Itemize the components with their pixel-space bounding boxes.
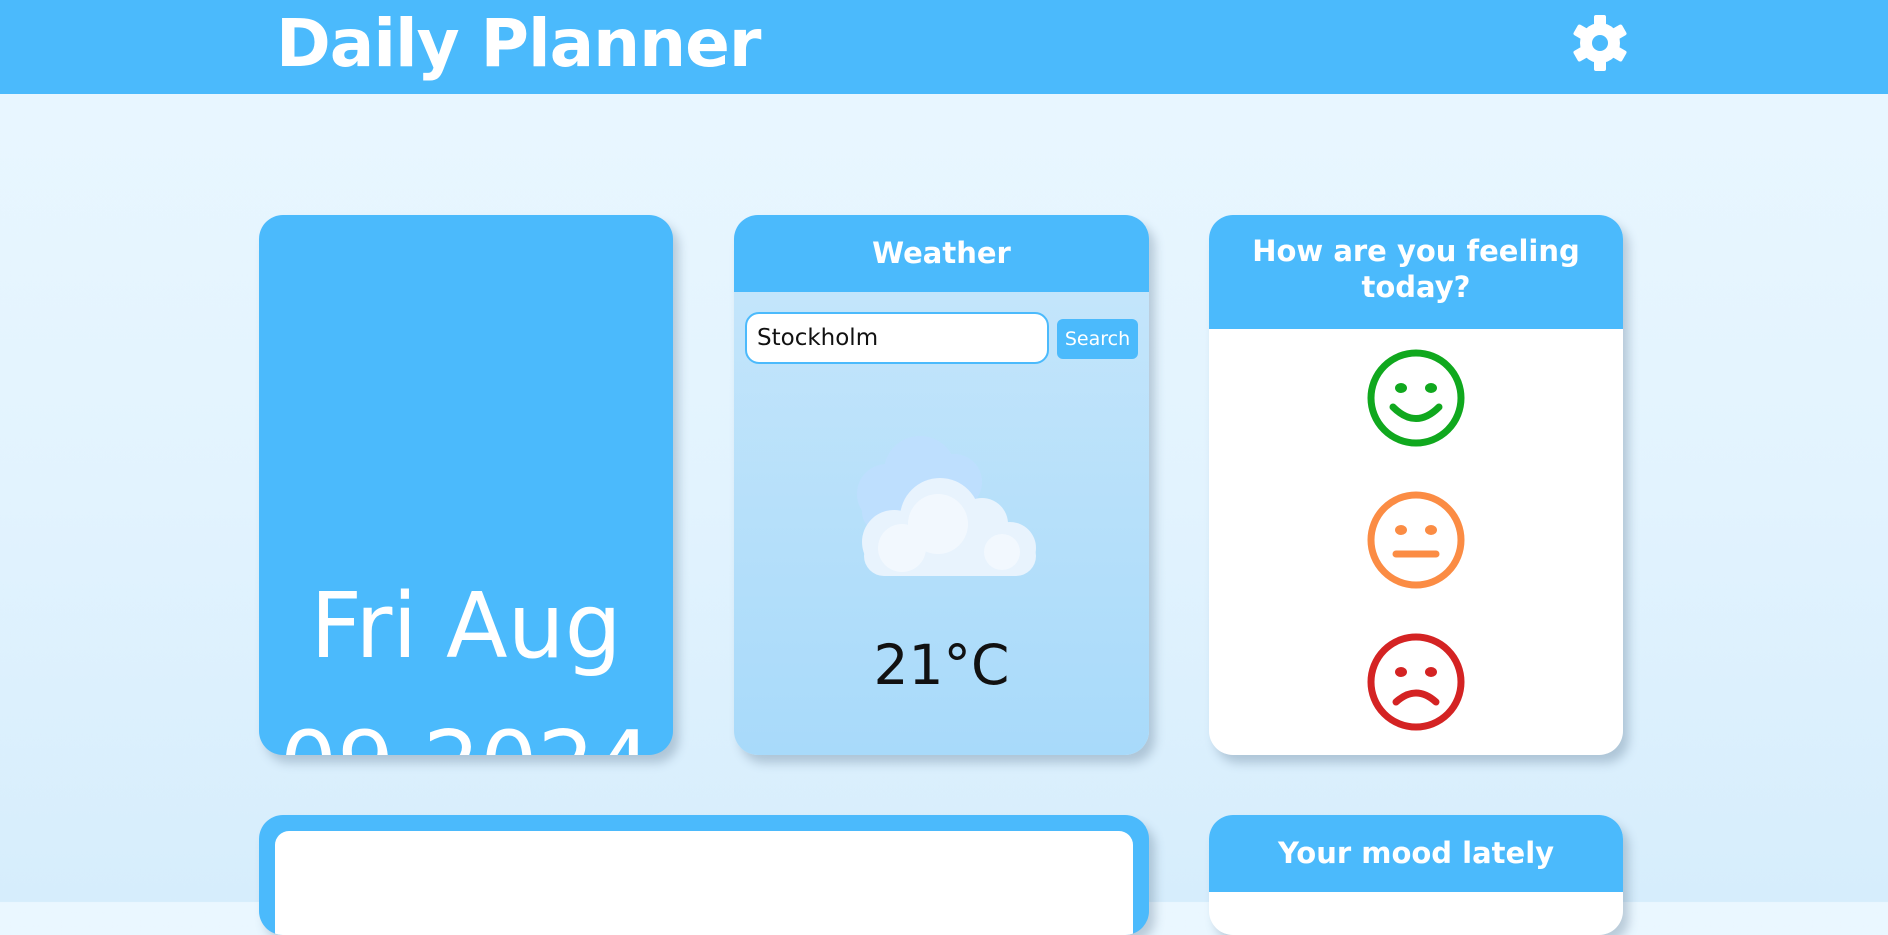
- date-day-month: Fri Aug: [310, 574, 622, 679]
- weather-heading: Weather: [734, 215, 1149, 292]
- mood-heading: How are you feeling today?: [1209, 215, 1623, 329]
- temperature-value: 21°C: [873, 633, 1010, 697]
- search-button[interactable]: Search: [1057, 319, 1138, 359]
- date-day-year: 09 2024: [259, 710, 673, 755]
- gear-icon[interactable]: [1568, 11, 1632, 75]
- recent-mood-heading: Your mood lately: [1209, 815, 1623, 892]
- happy-face-icon[interactable]: [1366, 348, 1466, 448]
- sad-face-icon[interactable]: [1366, 632, 1466, 732]
- app-header: Daily Planner: [0, 0, 1888, 94]
- weather-card: Weather Search 21°C: [734, 215, 1149, 755]
- neutral-face-icon[interactable]: [1366, 490, 1466, 590]
- mood-card: How are you feeling today?: [1209, 215, 1623, 755]
- notes-area[interactable]: [275, 831, 1133, 935]
- cloud-icon: [857, 436, 1036, 576]
- date-card: Fri Aug 09 2024: [259, 215, 673, 755]
- city-search-input[interactable]: [745, 312, 1049, 364]
- app-title: Daily Planner: [276, 5, 761, 82]
- notes-card: [259, 815, 1149, 935]
- recent-mood-card: Your mood lately: [1209, 815, 1623, 935]
